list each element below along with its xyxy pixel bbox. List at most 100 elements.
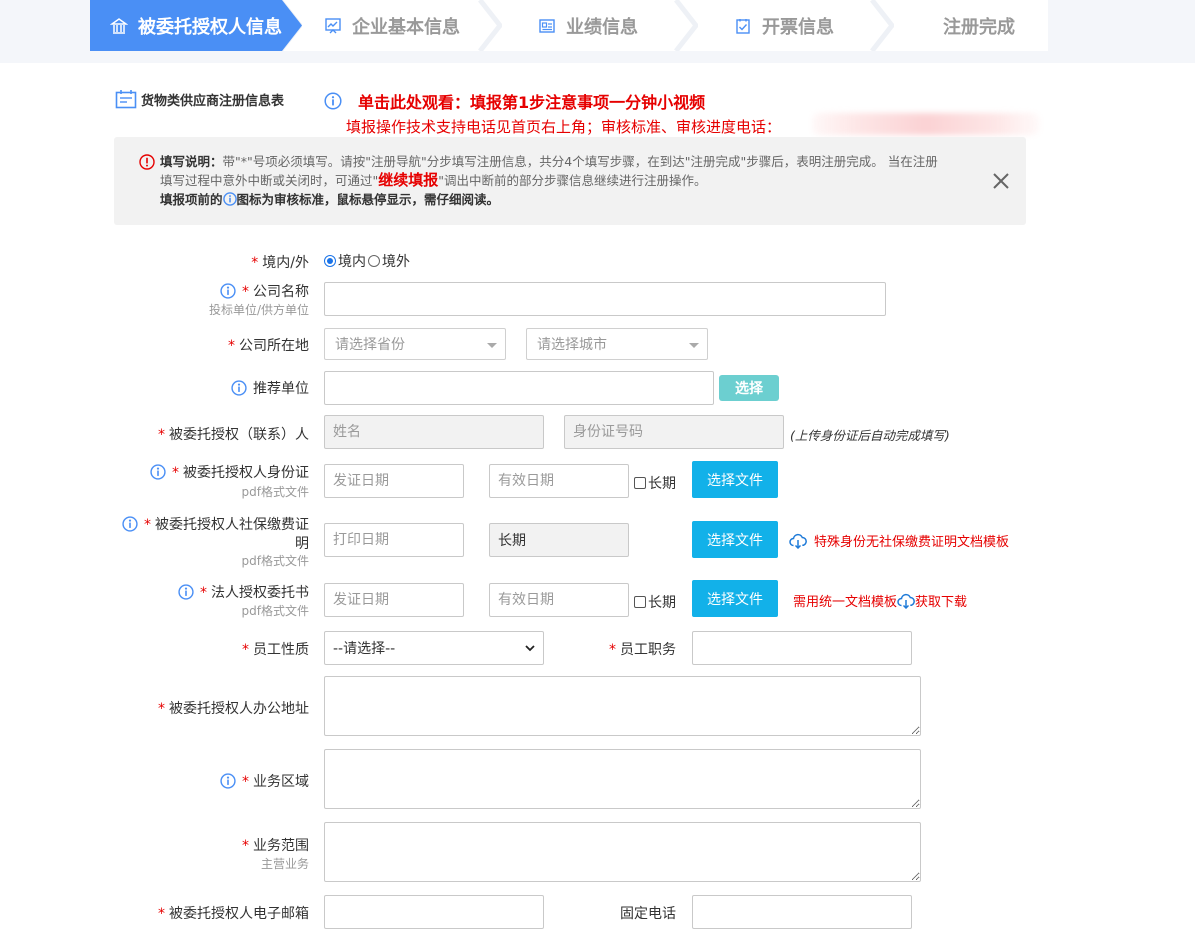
video-notice: 单击此处观看：填报第1步注意事项一分钟小视频 xyxy=(324,89,705,113)
location-label: * 境内/外 xyxy=(251,255,309,271)
instructions-line3b: 图标为审核标准，鼠标悬停显示，需仔细阅读。 xyxy=(236,192,500,207)
position-input[interactable] xyxy=(692,631,912,665)
scope-textarea[interactable] xyxy=(324,822,921,882)
step-separator-icon xyxy=(870,0,894,51)
recommend-input[interactable] xyxy=(324,371,714,405)
authletter-template-link[interactable]: 需用统一文档模板 获取下载 xyxy=(793,591,967,610)
chart-board-icon xyxy=(324,17,342,35)
step-5[interactable]: 注册完成 xyxy=(890,0,1068,51)
contact-name-input[interactable] xyxy=(324,415,544,449)
close-icon[interactable] xyxy=(992,172,1010,190)
instructions-line2a: 填写过程中意外中断或关闭时，可通过" xyxy=(160,173,379,188)
instructions-box: 填写说明：带"*"号项必须填写。请按"注册导航"分步填写注册信息，共分4个填写步… xyxy=(114,137,1026,225)
instructions-line1: 带"*"号项必须填写。请按"注册导航"分步填写注册信息，共分4个填写步骤，在到达… xyxy=(222,154,938,169)
continue-link[interactable]: 继续填报 xyxy=(378,171,438,189)
idcard-expiry-date[interactable] xyxy=(489,464,629,498)
idcard-sublabel: pdf格式文件 xyxy=(241,485,309,499)
authletter-label: * 法人授权委托书 xyxy=(178,582,309,602)
info-icon[interactable] xyxy=(178,584,194,600)
info-icon[interactable] xyxy=(220,773,236,789)
scope-label: * 业务范围 xyxy=(242,838,309,854)
cloud-download-icon xyxy=(789,533,807,549)
info-icon[interactable] xyxy=(220,283,236,299)
social-longterm-field: 长期 xyxy=(489,523,629,557)
info-icon xyxy=(222,192,237,206)
info-icon xyxy=(324,92,342,110)
warning-icon xyxy=(139,154,155,170)
id-number-input[interactable] xyxy=(564,415,784,449)
region-textarea[interactable] xyxy=(324,749,921,809)
step-2[interactable]: 企业基本信息 xyxy=(302,0,482,51)
instructions-line2b: "调出中断前的部分步骤信息继续进行注册操作。 xyxy=(438,173,707,188)
step-4-label: 开票信息 xyxy=(762,16,834,38)
registration-steps: 被委托授权人信息 企业基本信息 业绩信息 开票信息 注册完成 xyxy=(90,0,1048,51)
chevron-down-icon xyxy=(689,343,699,348)
info-icon[interactable] xyxy=(231,380,247,396)
video-link[interactable]: 单击此处观看：填报第1步注意事项一分钟小视频 xyxy=(358,89,705,113)
info-icon[interactable] xyxy=(122,516,138,532)
recommend-label: 推荐单位 xyxy=(231,378,309,398)
step-separator-icon xyxy=(674,0,698,51)
region-label: * 业务区域 xyxy=(220,771,309,791)
checkbox[interactable] xyxy=(634,477,646,489)
redacted-phone xyxy=(812,113,1040,135)
step-1[interactable]: 被委托授权人信息 xyxy=(90,0,302,51)
id-upload-hint: (上传身份证后自动完成填写) xyxy=(790,428,950,443)
idcard-longterm-checkbox[interactable]: 长期 xyxy=(634,473,676,493)
overseas-label: 境外 xyxy=(382,254,410,270)
instructions-text: 填写说明：带"*"号项必须填写。请按"注册导航"分步填写注册信息，共分4个填写步… xyxy=(160,152,970,209)
city-select[interactable]: 请选择城市 xyxy=(526,328,708,360)
bank-icon xyxy=(110,17,128,35)
idcard-issue-date[interactable] xyxy=(324,464,464,498)
social-label-line2: 明 xyxy=(295,536,309,552)
step-4[interactable]: 开票信息 xyxy=(694,0,874,51)
location-radio-group: 境内 境外 xyxy=(324,251,410,271)
domestic-label: 境内 xyxy=(338,254,366,270)
instructions-line3a: 填报项前的 xyxy=(160,192,223,207)
form-title-text: 货物类供应商注册信息表 xyxy=(141,93,285,109)
address-label: * 公司所在地 xyxy=(228,338,309,354)
info-icon[interactable] xyxy=(150,464,166,480)
social-file-button[interactable]: 选择文件 xyxy=(692,521,778,558)
authletter-file-button[interactable]: 选择文件 xyxy=(692,580,778,617)
company-name-input[interactable] xyxy=(324,282,886,316)
checkbox-doc-icon xyxy=(734,17,752,35)
step-3[interactable]: 业绩信息 xyxy=(498,0,678,51)
email-input[interactable] xyxy=(324,895,544,929)
step-1-label: 被委托授权人信息 xyxy=(138,16,282,38)
authletter-sublabel: pdf格式文件 xyxy=(241,604,309,618)
instructions-label: 填写说明： xyxy=(160,154,223,169)
employee-type-select[interactable]: --请选择-- xyxy=(324,631,544,665)
social-print-date[interactable] xyxy=(324,523,464,557)
step-2-label: 企业基本信息 xyxy=(352,16,460,38)
domestic-radio[interactable] xyxy=(324,255,336,267)
phone-label: 固定电话 xyxy=(620,906,676,922)
scope-sublabel: 主营业务 xyxy=(260,857,309,871)
phone-input[interactable] xyxy=(692,895,912,929)
table-icon xyxy=(115,90,137,109)
overseas-radio[interactable] xyxy=(368,255,380,267)
id-card-icon xyxy=(538,17,556,35)
cloud-download-icon xyxy=(897,593,915,609)
company-name-label: * 公司名称 xyxy=(220,281,309,301)
contact-label: * 被委托授权（联系）人 xyxy=(158,427,309,443)
authletter-longterm-checkbox[interactable]: 长期 xyxy=(634,592,676,612)
authletter-expiry-date[interactable] xyxy=(489,583,629,617)
idcard-file-button[interactable]: 选择文件 xyxy=(692,461,778,498)
checkbox[interactable] xyxy=(634,596,646,608)
step-5-label: 注册完成 xyxy=(943,16,1015,38)
office-label: * 被委托授权人办公地址 xyxy=(158,701,309,717)
social-template-link[interactable]: 特殊身份无社保缴费证明文档模板 xyxy=(789,531,1009,550)
company-name-sublabel: 投标单位/供方单位 xyxy=(208,303,309,317)
step-3-label: 业绩信息 xyxy=(566,16,638,38)
chevron-down-icon xyxy=(487,343,497,348)
chevron-down-icon xyxy=(525,645,535,652)
step-separator-icon xyxy=(478,0,502,51)
office-address-textarea[interactable] xyxy=(324,676,921,736)
select-button[interactable]: 选择 xyxy=(719,375,779,401)
authletter-issue-date[interactable] xyxy=(324,583,464,617)
email-label: * 被委托授权人电子邮箱 xyxy=(158,906,309,922)
province-select[interactable]: 请选择省份 xyxy=(324,328,506,360)
social-sublabel: pdf格式文件 xyxy=(241,554,309,568)
employee-type-label: * 员工性质 xyxy=(242,642,309,658)
